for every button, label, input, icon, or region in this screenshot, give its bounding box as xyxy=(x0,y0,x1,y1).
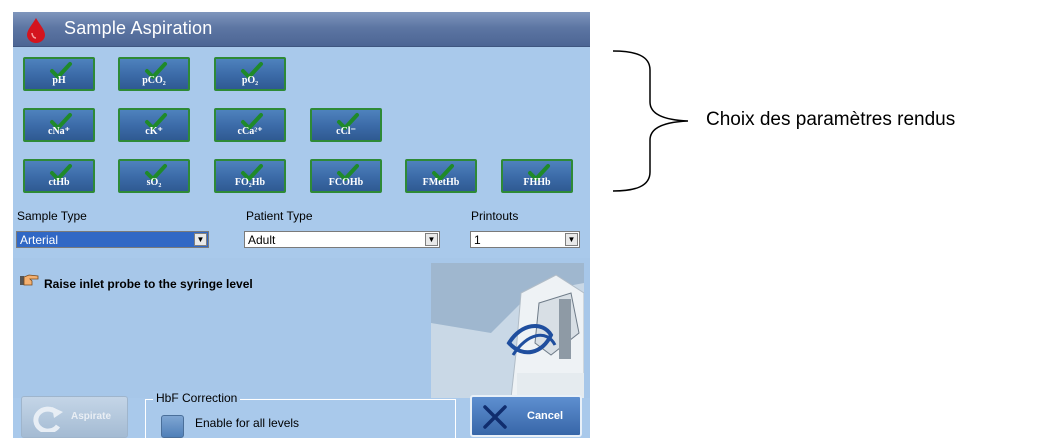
param-toggle-cca[interactable]: cCa²⁺ xyxy=(214,108,286,142)
param-toggle-cna[interactable]: cNa⁺ xyxy=(23,108,95,142)
instruction-text: Raise inlet probe to the syringe level xyxy=(44,277,253,291)
sample-type-select[interactable]: Arterial ▼ xyxy=(16,231,209,248)
param-toggle-pco2[interactable]: pCO₂ xyxy=(118,57,190,91)
annotation-text: Choix des paramètres rendus xyxy=(706,109,956,130)
param-label: FO₂Hb xyxy=(234,177,266,188)
param-toggle-fcohb[interactable]: FCOHb xyxy=(310,159,382,193)
printouts-select[interactable]: 1 ▼ xyxy=(470,231,580,248)
param-label: ctHb xyxy=(48,177,70,188)
dropdown-arrow-icon[interactable]: ▼ xyxy=(565,233,578,246)
title-bar: Sample Aspiration xyxy=(13,12,590,47)
cancel-button[interactable]: Cancel xyxy=(470,395,582,437)
aspirate-label: Aspirate xyxy=(71,411,112,422)
patient-type-label: Patient Type xyxy=(246,209,313,223)
sample-aspiration-dialog: Sample Aspiration pH pCO₂ pO₂ cNa⁺ cK⁺ c… xyxy=(13,12,590,438)
param-label: cK⁺ xyxy=(145,126,163,137)
enable-all-levels-label: Enable for all levels xyxy=(195,416,300,430)
enable-all-levels-checkbox[interactable] xyxy=(161,415,184,438)
pointing-hand-icon xyxy=(20,274,39,286)
param-toggle-ph[interactable]: pH xyxy=(23,57,95,91)
param-toggle-cthb[interactable]: ctHb xyxy=(23,159,95,193)
param-toggle-ck[interactable]: cK⁺ xyxy=(118,108,190,142)
param-toggle-po2[interactable]: pO₂ xyxy=(214,57,286,91)
param-label: cCl⁻ xyxy=(336,126,356,137)
aspirate-button[interactable]: Aspirate xyxy=(21,396,128,438)
param-toggle-so2[interactable]: sO₂ xyxy=(118,159,190,193)
printouts-value: 1 xyxy=(474,233,481,247)
patient-type-select[interactable]: Adult ▼ xyxy=(244,231,440,248)
rotate-arrow-icon xyxy=(33,406,63,432)
param-label: pCO₂ xyxy=(142,75,166,86)
param-toggle-fo2hb[interactable]: FO₂Hb xyxy=(214,159,286,193)
cancel-label: Cancel xyxy=(527,410,564,422)
param-label: sO₂ xyxy=(146,177,162,188)
param-label: pO₂ xyxy=(241,75,259,86)
window-title: Sample Aspiration xyxy=(64,18,213,38)
curly-brace-annotation xyxy=(612,50,689,192)
param-label: pH xyxy=(52,75,66,86)
patient-type-value: Adult xyxy=(248,233,276,247)
param-label: FHHb xyxy=(523,177,551,188)
hbf-correction-title: HbF Correction xyxy=(153,391,241,405)
dropdown-arrow-icon[interactable]: ▼ xyxy=(425,233,438,246)
param-label: FMetHb xyxy=(422,177,460,188)
close-x-icon xyxy=(483,405,507,429)
sample-type-value: Arterial xyxy=(20,233,59,247)
param-label: cCa²⁺ xyxy=(237,126,263,137)
dropdown-arrow-icon[interactable]: ▼ xyxy=(194,233,207,246)
param-toggle-fhhb[interactable]: FHHb xyxy=(501,159,573,193)
param-toggle-ccl[interactable]: cCl⁻ xyxy=(310,108,382,142)
param-label: FCOHb xyxy=(328,177,364,188)
sample-type-label: Sample Type xyxy=(17,209,87,223)
param-toggle-fmethb[interactable]: FMetHb xyxy=(405,159,477,193)
printouts-label: Printouts xyxy=(471,209,519,223)
param-label: cNa⁺ xyxy=(48,126,70,137)
analyzer-inlet-image xyxy=(431,263,584,398)
blood-drop-icon xyxy=(27,18,45,43)
